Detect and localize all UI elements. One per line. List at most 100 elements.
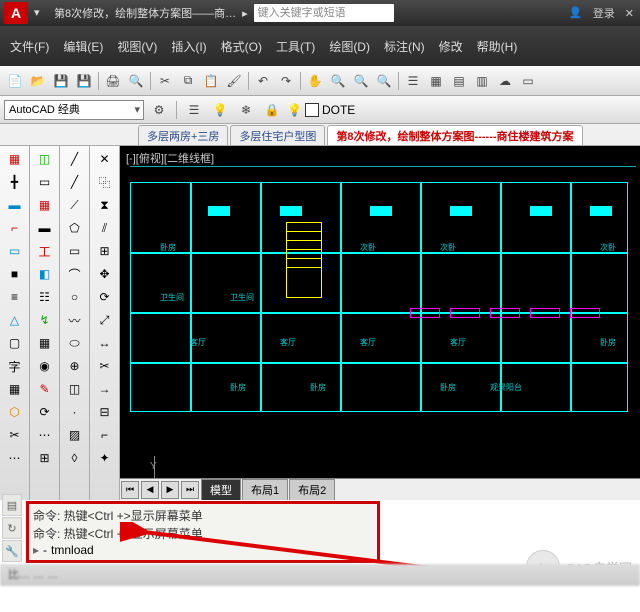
saveas-icon[interactable]: 💾: [73, 70, 95, 92]
menu-insert[interactable]: 插入(I): [171, 38, 206, 55]
explode-icon[interactable]: ✦: [94, 448, 116, 468]
p2-icon-2[interactable]: ▭: [34, 172, 56, 192]
p2-icon-7[interactable]: ☷: [34, 287, 56, 307]
mirror-icon[interactable]: ⧗: [94, 195, 116, 215]
menu-tools[interactable]: 工具(T): [276, 38, 315, 55]
fillet-icon[interactable]: ⌐: [94, 425, 116, 445]
paste-icon[interactable]: 📋: [200, 70, 222, 92]
redo-icon[interactable]: ↷: [275, 70, 297, 92]
p2-icon-3[interactable]: ▦: [34, 195, 56, 215]
door-icon[interactable]: ⌐: [4, 218, 26, 238]
zoom-window-icon[interactable]: 🔍: [350, 70, 372, 92]
rotate-icon[interactable]: ⟳: [94, 287, 116, 307]
circle-icon[interactable]: ○: [64, 287, 86, 307]
doc-tab-2[interactable]: 多层住宅户型图: [230, 125, 325, 145]
new-icon[interactable]: 📄: [4, 70, 26, 92]
grid-icon[interactable]: ▦: [4, 149, 26, 169]
cmd-config-icon[interactable]: 🔧: [2, 540, 22, 562]
tab-last-icon[interactable]: ⏭: [181, 481, 199, 499]
menu-view[interactable]: 视图(V): [117, 38, 157, 55]
preview-icon[interactable]: 🔍: [125, 70, 147, 92]
point-icon[interactable]: ·: [64, 402, 86, 422]
properties-icon[interactable]: ☰: [402, 70, 424, 92]
room-icon[interactable]: ▢: [4, 333, 26, 353]
p2-icon-10[interactable]: ◉: [34, 356, 56, 376]
search-box[interactable]: 键入关键字或短语: [254, 4, 394, 22]
menu-file[interactable]: 文件(F): [10, 38, 49, 55]
layer-state-icon[interactable]: 💡: [209, 99, 231, 121]
doc-tab-1[interactable]: 多层两房+三房: [138, 125, 228, 145]
calc-icon[interactable]: ▭: [517, 70, 539, 92]
region-icon[interactable]: ◊: [64, 448, 86, 468]
save-icon[interactable]: 💾: [50, 70, 72, 92]
cmd-recent-icon[interactable]: ↻: [2, 517, 22, 539]
layer-lock-icon[interactable]: 🔒: [261, 99, 283, 121]
polygon-icon[interactable]: ⬠: [64, 218, 86, 238]
tab-first-icon[interactable]: ⏮: [121, 481, 139, 499]
menu-draw[interactable]: 绘图(D): [329, 38, 370, 55]
more-icon[interactable]: ⋯: [4, 448, 26, 468]
title-caret-icon[interactable]: ▸: [242, 7, 248, 20]
p2-icon-4[interactable]: ▬: [34, 218, 56, 238]
exchange-icon[interactable]: ✕: [625, 7, 634, 20]
menu-format[interactable]: 格式(O): [221, 38, 262, 55]
menu-dimension[interactable]: 标注(N): [384, 38, 425, 55]
erase-icon[interactable]: ✕: [94, 149, 116, 169]
p2-icon-1[interactable]: ◫: [34, 149, 56, 169]
menu-modify[interactable]: 修改: [439, 38, 463, 55]
command-input[interactable]: [51, 543, 171, 557]
section-icon[interactable]: ✂: [4, 425, 26, 445]
menu-help[interactable]: 帮助(H): [477, 38, 518, 55]
pan-icon[interactable]: ✋: [304, 70, 326, 92]
open-icon[interactable]: 📂: [27, 70, 49, 92]
layout2-tab[interactable]: 布局2: [289, 479, 335, 501]
designcenter-icon[interactable]: ▦: [425, 70, 447, 92]
p2-icon-14[interactable]: ⊞: [34, 448, 56, 468]
workspace-dropdown[interactable]: AutoCAD 经典: [4, 100, 144, 120]
trim-icon[interactable]: ✂: [94, 356, 116, 376]
column-icon[interactable]: ■: [4, 264, 26, 284]
copy-obj-icon[interactable]: ⿻: [94, 172, 116, 192]
pline-icon[interactable]: ⟋: [64, 195, 86, 215]
rect-icon[interactable]: ▭: [64, 241, 86, 261]
roof-icon[interactable]: △: [4, 310, 26, 330]
zoom-realtime-icon[interactable]: 🔍: [327, 70, 349, 92]
layer-dropdown[interactable]: 💡 DOTE: [287, 103, 355, 117]
p2-icon-8[interactable]: ↯: [34, 310, 56, 330]
matchprop-icon[interactable]: 🖌: [223, 70, 245, 92]
signin-label[interactable]: 登录: [593, 5, 615, 21]
block-icon[interactable]: ◫: [64, 379, 86, 399]
table-icon[interactable]: ▦: [4, 379, 26, 399]
text-icon[interactable]: 字: [4, 356, 26, 376]
break-icon[interactable]: ⊟: [94, 402, 116, 422]
qat-caret-icon[interactable]: ▾: [34, 6, 48, 20]
scale-icon[interactable]: ⤢: [94, 310, 116, 330]
cut-icon[interactable]: ✂: [154, 70, 176, 92]
axis-icon[interactable]: ╋: [4, 172, 26, 192]
toolpalette-icon[interactable]: ▤: [448, 70, 470, 92]
zoom-prev-icon[interactable]: 🔍: [373, 70, 395, 92]
spline-icon[interactable]: 〰: [64, 310, 86, 330]
sheetset-icon[interactable]: ▥: [471, 70, 493, 92]
line-icon[interactable]: ╱: [64, 149, 86, 169]
layer-freeze-icon[interactable]: ❄: [235, 99, 257, 121]
p2-icon-13[interactable]: ⋯: [34, 425, 56, 445]
model-tab[interactable]: 模型: [201, 479, 241, 501]
copy-icon[interactable]: ⧉: [177, 70, 199, 92]
p2-icon-5[interactable]: 工: [34, 241, 56, 261]
plot-icon[interactable]: 🖨: [102, 70, 124, 92]
ellipse-icon[interactable]: ⬭: [64, 333, 86, 353]
menu-edit[interactable]: 编辑(E): [63, 38, 103, 55]
stretch-icon[interactable]: ↔: [94, 333, 116, 353]
drawing-canvas[interactable]: [-][俯视][二维线框]: [120, 146, 640, 500]
cmd-history-icon[interactable]: ▤: [2, 494, 22, 516]
wall-icon[interactable]: ▬: [4, 195, 26, 215]
array-icon[interactable]: ⊞: [94, 241, 116, 261]
p2-icon-12[interactable]: ⟳: [34, 402, 56, 422]
p2-icon-9[interactable]: ▦: [34, 333, 56, 353]
doc-tab-3[interactable]: 第8次修改，绘制整体方案图------商住楼建筑方案: [327, 125, 582, 145]
layout1-tab[interactable]: 布局1: [242, 479, 288, 501]
xline-icon[interactable]: ╱: [64, 172, 86, 192]
undo-icon[interactable]: ↶: [252, 70, 274, 92]
move-icon[interactable]: ✥: [94, 264, 116, 284]
